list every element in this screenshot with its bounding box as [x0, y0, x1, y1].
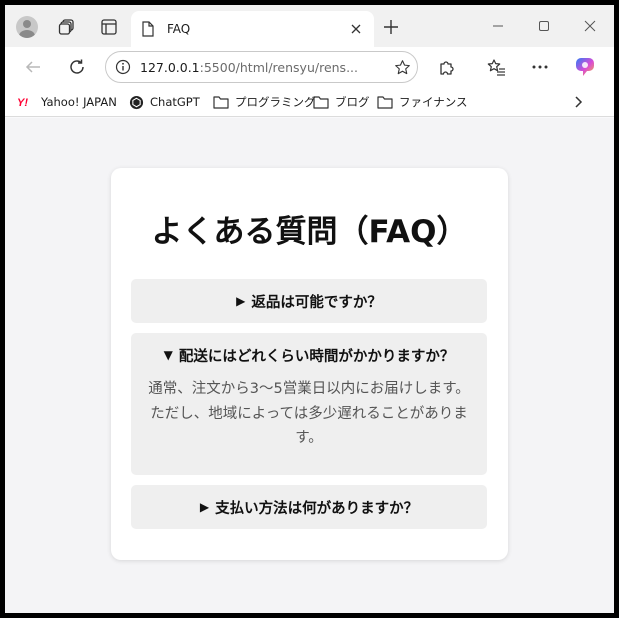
bookmark-label: ブログ	[335, 95, 370, 109]
browser-window: FAQ 127.0.0.1:5500/html/rensyu/rens... Y…	[5, 5, 614, 613]
address-bar[interactable]: 127.0.0.1:5500/html/rensyu/rens...	[105, 51, 418, 83]
new-tab-button[interactable]	[377, 13, 405, 41]
bookmark-folder-blog[interactable]: ブログ	[313, 91, 370, 113]
minimize-icon	[493, 25, 503, 27]
puzzle-icon	[440, 61, 454, 75]
tab-faq[interactable]: FAQ	[131, 11, 374, 47]
refresh-button[interactable]	[63, 53, 91, 81]
plus-icon	[384, 20, 398, 34]
bookmark-chatgpt[interactable]: ChatGPT	[129, 91, 200, 113]
faq-item[interactable]: ▶ 返品は可能ですか？	[131, 279, 487, 323]
maximize-icon	[539, 21, 549, 31]
profile-button[interactable]	[13, 13, 41, 41]
faq-question[interactable]: ▼ 配送にはどれくらい時間がかかりますか？	[131, 333, 487, 377]
refresh-icon	[70, 59, 84, 74]
info-icon	[115, 59, 131, 75]
expanded-triangle-icon: ▼	[163, 348, 173, 362]
faq-question[interactable]: ▶ 支払い方法は何がありますか？	[131, 485, 487, 529]
tab-actions-button[interactable]	[95, 13, 123, 41]
favorites-list-icon	[487, 59, 505, 76]
site-info-button[interactable]	[106, 52, 140, 82]
back-button[interactable]	[19, 53, 47, 81]
bookmark-label: プログラミング	[235, 95, 316, 109]
bookmark-folder-finance[interactable]: ファイナンス	[377, 91, 468, 113]
close-icon	[584, 20, 596, 32]
bookmark-yahoo[interactable]: Y! Yahoo! JAPAN	[17, 91, 117, 113]
tab-strip: FAQ	[5, 5, 614, 47]
star-icon	[394, 59, 410, 74]
faq-question-text: 支払い方法は何がありますか？	[215, 500, 419, 517]
faq-question-text: 配送にはどれくらい時間がかかりますか？	[178, 348, 455, 365]
extensions-button[interactable]	[433, 53, 461, 81]
navigation-toolbar: 127.0.0.1:5500/html/rensyu/rens...	[5, 47, 614, 87]
url-path: :5500/html/rensyu/rens...	[199, 59, 358, 75]
minimize-button[interactable]	[475, 11, 521, 41]
chatgpt-icon	[129, 95, 144, 110]
bookmarks-overflow-button[interactable]	[567, 91, 589, 113]
favorite-button[interactable]	[387, 52, 417, 82]
bookmark-folder-programming[interactable]: プログラミング	[213, 91, 316, 113]
yahoo-icon: Y!	[17, 96, 35, 108]
close-icon	[351, 24, 361, 34]
collapsed-triangle-icon: ▶	[236, 294, 246, 308]
bookmark-label: Yahoo! JAPAN	[41, 95, 117, 109]
url-host: 127.0.0.1	[140, 59, 200, 75]
close-window-button[interactable]	[567, 11, 613, 41]
collapsed-triangle-icon: ▶	[199, 500, 210, 514]
bookmark-label: ChatGPT	[150, 95, 200, 109]
folder-icon	[377, 95, 393, 109]
copilot-icon	[576, 58, 594, 76]
favorites-button[interactable]	[482, 53, 510, 81]
bookmarks-bar: Y! Yahoo! JAPAN ChatGPT プログラミング ブログ ファイナ…	[5, 87, 614, 117]
page-icon	[142, 21, 154, 37]
more-dots-icon	[532, 65, 548, 69]
faq-answer: 通常、注文から3〜5営業日以内にお届けします。ただし、地域によっては多少遅れるこ…	[148, 381, 470, 446]
tab-title: FAQ	[167, 22, 191, 36]
maximize-button[interactable]	[521, 11, 567, 41]
vertical-tabs-icon	[101, 19, 117, 35]
copilot-button[interactable]	[571, 53, 599, 81]
bookmark-label: ファイナンス	[399, 95, 468, 109]
faq-question-text: 返品は可能ですか？	[251, 294, 382, 311]
tab-close-button[interactable]	[344, 17, 368, 41]
settings-more-button[interactable]	[526, 53, 554, 81]
folder-icon	[213, 95, 229, 109]
workspaces-icon	[58, 19, 74, 35]
url-text[interactable]: 127.0.0.1:5500/html/rensyu/rens...	[140, 60, 387, 75]
page-viewport: よくある質問（FAQ） ▶ 返品は可能ですか？ ▼ 配送にはどれくらい時間がかか…	[5, 118, 614, 613]
back-arrow-icon	[25, 61, 40, 73]
avatar-icon	[16, 16, 38, 38]
faq-question[interactable]: ▶ 返品は可能ですか？	[131, 279, 487, 323]
faq-card: よくある質問（FAQ） ▶ 返品は可能ですか？ ▼ 配送にはどれくらい時間がかか…	[111, 168, 508, 560]
folder-icon	[313, 95, 329, 109]
faq-item-expanded[interactable]: ▼ 配送にはどれくらい時間がかかりますか？ 通常、注文から3〜5営業日以内にお届…	[131, 333, 487, 475]
chevron-right-icon	[575, 96, 583, 108]
faq-item[interactable]: ▶ 支払い方法は何がありますか？	[131, 485, 487, 529]
svg-text:Y!: Y!	[17, 97, 28, 108]
workspaces-button[interactable]	[53, 13, 81, 41]
page-title: よくある質問（FAQ）	[151, 214, 468, 250]
